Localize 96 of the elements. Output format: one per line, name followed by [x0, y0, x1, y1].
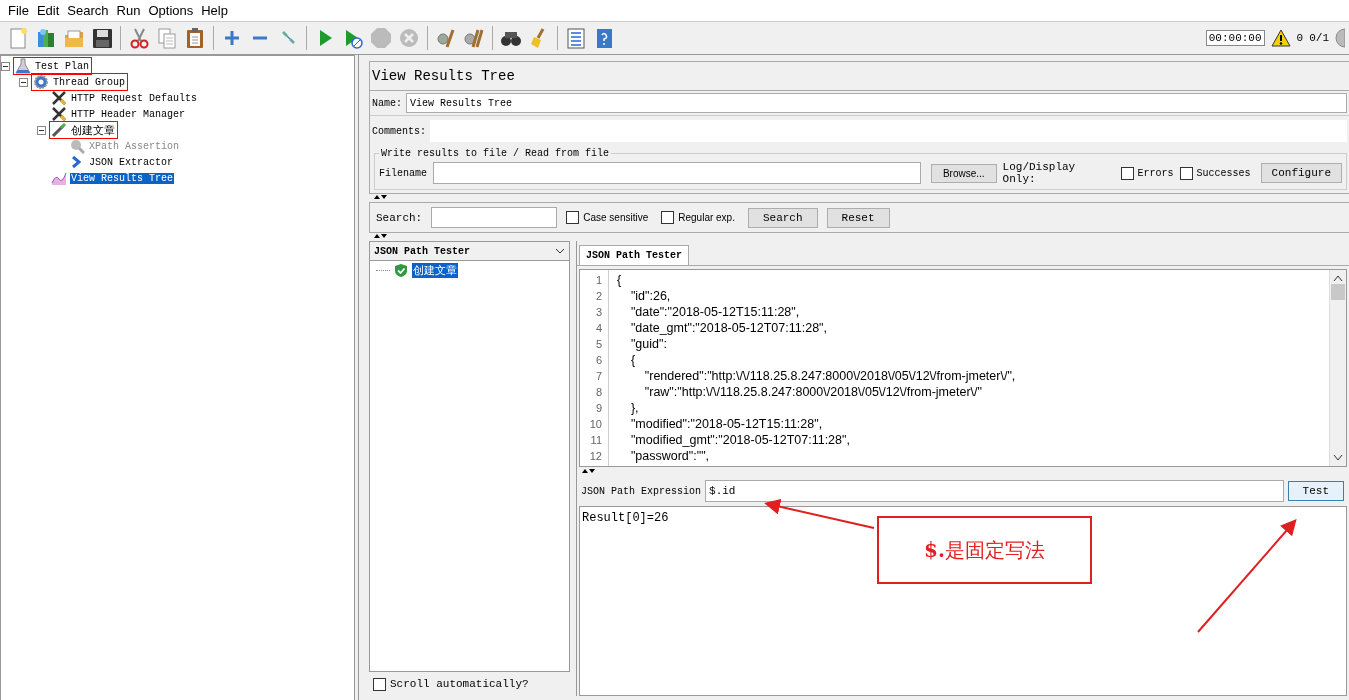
line-number: 4: [594, 321, 603, 336]
checkbox[interactable]: [566, 211, 580, 224]
assertion-icon: [69, 138, 85, 154]
filename-field[interactable]: [433, 162, 921, 184]
scrollbar[interactable]: [1329, 270, 1346, 466]
scroll-up-icon[interactable]: [1333, 274, 1343, 282]
code-line: },: [629, 400, 640, 416]
line-number: 7: [594, 369, 603, 384]
list-icon[interactable]: [565, 27, 587, 49]
code-line: "modified":"2018-05-12T15:11:28",: [629, 416, 824, 432]
splitter-arrows[interactable]: [581, 468, 595, 474]
code-line: {: [629, 352, 637, 368]
renderer-dropdown[interactable]: JSON Path Tester: [369, 241, 570, 261]
menu-item[interactable]: Run: [112, 3, 145, 18]
code-line: "modified_gmt":"2018-05-12T07:11:28",: [629, 432, 851, 448]
clipboard-icon[interactable]: [184, 27, 206, 49]
annotation-text: $.是固定写法: [924, 536, 1045, 564]
checkbox-label: Regular exp.: [678, 212, 735, 223]
checkbox[interactable]: [1120, 166, 1134, 180]
line-number: 5: [594, 337, 603, 352]
warning-icon[interactable]: [1270, 29, 1291, 47]
checkbox-label: Scroll automatically?: [390, 678, 529, 690]
splitter-arrows[interactable]: [373, 233, 387, 239]
reset-button[interactable]: Reset: [826, 207, 890, 228]
checkbox-label: Successes: [1196, 167, 1251, 179]
menu-item[interactable]: File: [4, 3, 33, 18]
code-line: "raw":"http:\/\/118.25.8.247:8000\/2018\/05\/12\/from-jmeter\/": [643, 384, 983, 400]
tree-item[interactable]: JSON Extractor: [88, 156, 174, 168]
code-line: {: [617, 272, 623, 288]
browse-button[interactable]: Browse...: [930, 163, 997, 183]
line-number: 11: [589, 433, 603, 448]
code-line: "password":"",: [629, 448, 711, 464]
code-line: "rendered":"http:\/\/118.25.8.247:8000\/2018\/05\/12\/from-jmeter\/",: [643, 368, 1017, 384]
checkbox-label: Case sensitive: [583, 212, 649, 223]
menu-item[interactable]: Edit: [32, 3, 64, 18]
search-field[interactable]: [431, 207, 558, 228]
sampler-icon: [51, 122, 67, 138]
splitter-arrows[interactable]: [373, 194, 387, 200]
code-line: "guid":: [629, 336, 668, 352]
field-label: JSON Path Expression: [581, 485, 702, 497]
collapse-icon[interactable]: [19, 77, 28, 87]
menu-item[interactable]: Help: [197, 3, 232, 18]
tree-item[interactable]: View Results Tree: [70, 172, 175, 184]
books-icon[interactable]: [35, 27, 57, 49]
tree-item[interactable]: HTTP Request Defaults: [70, 92, 199, 104]
checkbox[interactable]: [1179, 166, 1193, 180]
checkbox[interactable]: [373, 677, 386, 691]
tab[interactable]: JSON Path Tester: [579, 245, 689, 265]
group-title: Write results to file / Read from file: [380, 148, 611, 159]
name-field[interactable]: View Results Tree: [406, 93, 1347, 113]
tree-item[interactable]: HTTP Header Manager: [70, 108, 187, 120]
expression-field[interactable]: $.id: [705, 480, 1284, 502]
scroll-down-icon[interactable]: [1333, 454, 1343, 462]
result-item[interactable]: 创建文章: [412, 263, 458, 278]
collapse-icon[interactable]: [1, 61, 10, 71]
field-label: Name:: [372, 97, 402, 109]
panel-title: View Results Tree: [369, 61, 1349, 91]
tree-item[interactable]: 创建文章: [70, 122, 116, 138]
menu-item[interactable]: Search: [63, 3, 113, 18]
line-number: 8: [594, 385, 603, 400]
chevron-down-icon: [555, 248, 565, 254]
line-number: 10: [588, 417, 603, 432]
search-button[interactable]: Search: [747, 207, 818, 228]
threads-icon: [33, 74, 49, 90]
field-label: Filename: [379, 167, 427, 179]
checkbox-label: Errors: [1137, 167, 1174, 179]
code-line: "date_gmt":"2018-05-12T07:11:28",: [629, 320, 828, 336]
line-number: 1: [594, 273, 603, 288]
elapsed-time: 00:00:00: [1205, 30, 1265, 46]
configure-button[interactable]: Configure: [1260, 163, 1342, 183]
line-number: 3: [594, 305, 603, 320]
collapse-icon[interactable]: [37, 125, 46, 135]
error-count: 0: [1296, 32, 1304, 44]
test-button[interactable]: Test: [1287, 481, 1344, 501]
field-label: Search:: [376, 211, 423, 224]
plan-icon: [15, 58, 31, 74]
line-number: 9: [594, 401, 603, 416]
tree-item[interactable]: Test Plan: [34, 60, 90, 72]
checkbox[interactable]: [661, 211, 675, 224]
filter-label: Log/Display Only:: [1002, 161, 1077, 185]
line-number: 12: [588, 449, 603, 464]
config-icon: [51, 106, 67, 122]
listener-icon: [51, 170, 67, 186]
code-line: "id":26,: [629, 288, 672, 304]
scroll-thumb[interactable]: [1331, 284, 1345, 300]
field-label: Comments:: [372, 125, 426, 137]
scissors-icon[interactable]: [128, 27, 150, 49]
code-line: "date":"2018-05-12T15:11:28",: [629, 304, 801, 320]
line-number: 6: [594, 353, 603, 368]
thread-count: 0/1: [1309, 32, 1329, 44]
line-number: 2: [594, 289, 603, 304]
tree-item[interactable]: Thread Group: [52, 76, 126, 88]
result-text: Result[0]=26: [582, 511, 669, 525]
config-icon: [51, 90, 67, 106]
status-icon: [1335, 28, 1345, 48]
menu-item[interactable]: Options: [144, 3, 198, 18]
